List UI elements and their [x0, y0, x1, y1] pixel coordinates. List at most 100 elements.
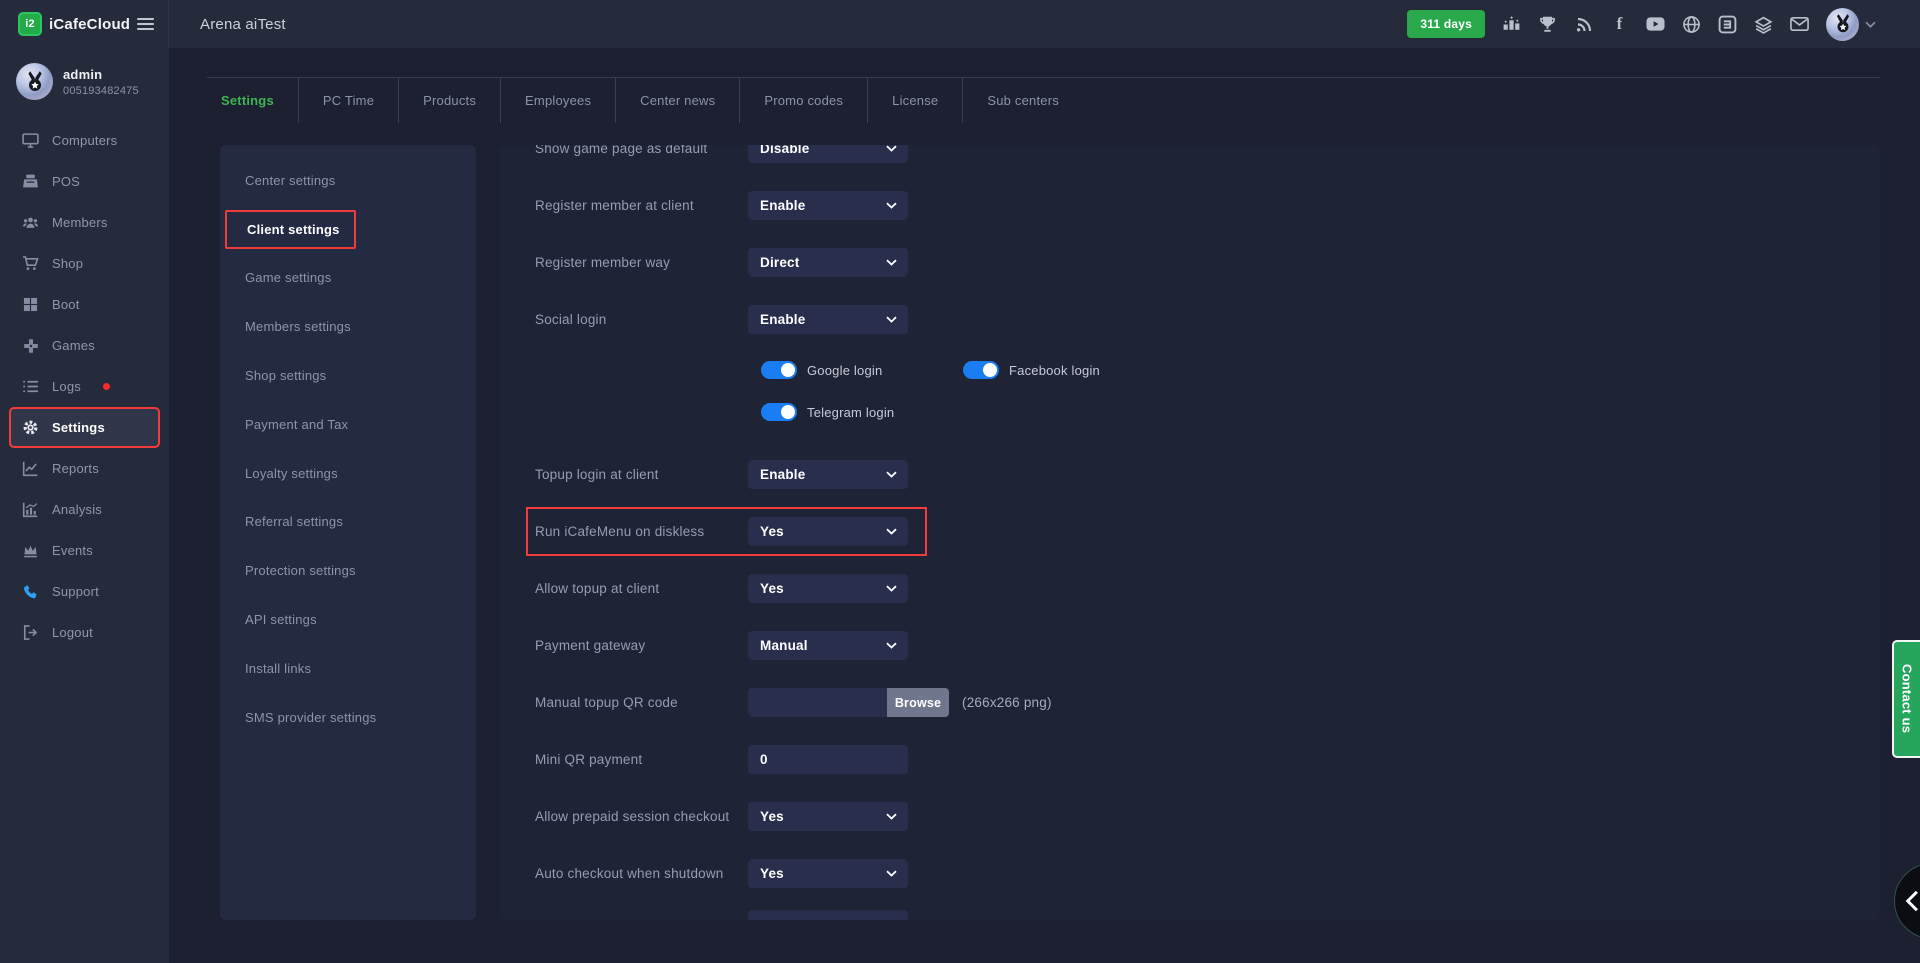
select-topup-login[interactable]: Enable: [748, 460, 908, 489]
sidebar-item-reports[interactable]: Reports: [9, 448, 160, 489]
input-mini-qr-payment[interactable]: 0: [748, 745, 908, 774]
select-social-login[interactable]: Enable: [748, 305, 908, 334]
hamburger-menu-icon[interactable]: [137, 15, 154, 33]
main-content: Settings PC Time Products Employees Cent…: [169, 48, 1920, 963]
telegram-login-toggle[interactable]: [761, 403, 797, 421]
form-row: Allow prepaid session checkout Yes: [500, 788, 1880, 845]
avatar-dropdown-chevron-icon[interactable]: [1865, 21, 1876, 28]
submenu-loyalty-settings[interactable]: Loyalty settings: [220, 449, 476, 498]
submenu-payment-and-tax[interactable]: Payment and Tax: [220, 400, 476, 449]
submenu-referral-settings[interactable]: Referral settings: [220, 498, 476, 547]
facebook-login-toggle-group: Facebook login: [963, 361, 1100, 379]
form-row: Allow topup at client Yes: [500, 560, 1880, 617]
facebook-icon[interactable]: f: [1610, 15, 1629, 34]
tab-sub-centers[interactable]: Sub centers: [963, 78, 1083, 123]
submenu-label: Loyalty settings: [245, 466, 338, 481]
icafecloud-logo-icon[interactable]: i2: [18, 12, 42, 36]
form-row: Payment gateway Manual: [500, 617, 1880, 674]
chevron-down-icon: [886, 202, 897, 209]
chevron-down-icon: [886, 145, 897, 152]
partial-clipped-select[interactable]: [748, 910, 908, 920]
brand-section: i2 iCafeCloud: [0, 0, 169, 48]
sidebar-item-boot[interactable]: Boot: [9, 284, 160, 325]
sidebar-item-games[interactable]: Games: [9, 325, 160, 366]
sidebar-item-pos[interactable]: POS: [9, 161, 160, 202]
tab-products[interactable]: Products: [399, 78, 501, 123]
sidebar-avatar: [16, 63, 53, 100]
submenu-center-settings[interactable]: Center settings: [220, 156, 476, 205]
tab-license[interactable]: License: [868, 78, 963, 123]
sidebar-item-label: Boot: [52, 297, 80, 312]
chevron-down-icon: [886, 813, 897, 820]
mail-icon[interactable]: [1790, 15, 1809, 34]
select-payment-gateway[interactable]: Manual: [748, 631, 908, 660]
ranking-icon[interactable]: [1502, 15, 1521, 34]
submenu-sms-provider-settings[interactable]: SMS provider settings: [220, 693, 476, 742]
layers-icon[interactable]: [1754, 15, 1773, 34]
submenu-api-settings[interactable]: API settings: [220, 595, 476, 644]
select-register-member-way[interactable]: Direct: [748, 248, 908, 277]
user-avatar[interactable]: [1826, 8, 1859, 41]
user-block: admin 005193482475: [0, 48, 169, 112]
submenu-game-settings[interactable]: Game settings: [220, 254, 476, 303]
select-run-icafemenu[interactable]: Yes: [748, 517, 908, 546]
trophy-icon[interactable]: [1538, 15, 1557, 34]
rss-icon[interactable]: [1574, 15, 1593, 34]
license-days-badge[interactable]: 311 days: [1407, 10, 1485, 38]
field-label: Topup login at client: [535, 467, 748, 482]
sidebar-item-computers[interactable]: Computers: [9, 120, 160, 161]
telegram-login-toggle-group: Telegram login: [761, 403, 894, 421]
youtube-icon[interactable]: [1646, 15, 1665, 34]
submenu-label: Center settings: [245, 173, 335, 188]
globe-icon[interactable]: [1682, 15, 1701, 34]
file-input-area[interactable]: [748, 688, 887, 717]
tab-employees[interactable]: Employees: [501, 78, 616, 123]
submenu-protection-settings[interactable]: Protection settings: [220, 546, 476, 595]
submenu-client-settings[interactable]: Client settings: [220, 205, 476, 254]
icafecloud-mini-logo-icon[interactable]: [1718, 15, 1737, 34]
select-allow-prepaid-checkout[interactable]: Yes: [748, 802, 908, 831]
contact-us-button[interactable]: Contact us: [1892, 640, 1920, 758]
sidebar-item-analysis[interactable]: Analysis: [9, 489, 160, 530]
select-register-member-at-client[interactable]: Enable: [748, 191, 908, 220]
submenu-install-links[interactable]: Install links: [220, 644, 476, 693]
sidebar-item-events[interactable]: Events: [9, 530, 160, 571]
phone-icon: [22, 583, 39, 600]
form-row: Show game page as default Disable: [500, 145, 1880, 177]
tab-promo-codes[interactable]: Promo codes: [740, 78, 868, 123]
logs-notification-dot: [103, 383, 110, 390]
chevron-down-icon: [886, 642, 897, 649]
sidebar-item-support[interactable]: Support: [9, 571, 160, 612]
file-manual-topup-qr[interactable]: Browse: [748, 688, 949, 717]
google-login-toggle[interactable]: [761, 361, 797, 379]
sidebar-item-settings[interactable]: Settings: [9, 407, 160, 448]
sidebar-item-members[interactable]: Members: [9, 202, 160, 243]
sidebar-item-shop[interactable]: Shop: [9, 243, 160, 284]
chevron-down-icon: [886, 528, 897, 535]
sidebar-item-logout[interactable]: Logout: [9, 612, 160, 653]
submenu-label: Install links: [245, 661, 311, 676]
submenu-shop-settings[interactable]: Shop settings: [220, 351, 476, 400]
select-show-game-page[interactable]: Disable: [748, 145, 908, 163]
tab-settings[interactable]: Settings: [197, 78, 299, 123]
form-row-highlighted: Run iCafeMenu on diskless Yes: [500, 503, 1880, 560]
social-toggles-row: Google login Facebook login: [500, 348, 1880, 392]
select-allow-topup[interactable]: Yes: [748, 574, 908, 603]
sidebar-item-label: Games: [52, 338, 95, 353]
toggle-label: Telegram login: [807, 405, 894, 420]
browse-button[interactable]: Browse: [887, 688, 949, 717]
sidebar-item-label: Shop: [52, 256, 83, 271]
sidebar-item-label: Logout: [52, 625, 93, 640]
google-login-toggle-group: Google login: [761, 361, 963, 379]
sidebar-item-label: Members: [52, 215, 108, 230]
tab-center-news[interactable]: Center news: [616, 78, 740, 123]
gear-icon: [22, 419, 39, 436]
tab-pc-time[interactable]: PC Time: [299, 78, 399, 123]
select-auto-checkout[interactable]: Yes: [748, 859, 908, 888]
sidebar-item-logs[interactable]: Logs: [9, 366, 160, 407]
brand-name[interactable]: iCafeCloud: [49, 16, 130, 33]
facebook-login-toggle[interactable]: [963, 361, 999, 379]
submenu-members-settings[interactable]: Members settings: [220, 302, 476, 351]
submenu-label-highlighted: Client settings: [225, 210, 356, 249]
sidebar: admin 005193482475 Computers POS Members: [0, 48, 169, 963]
